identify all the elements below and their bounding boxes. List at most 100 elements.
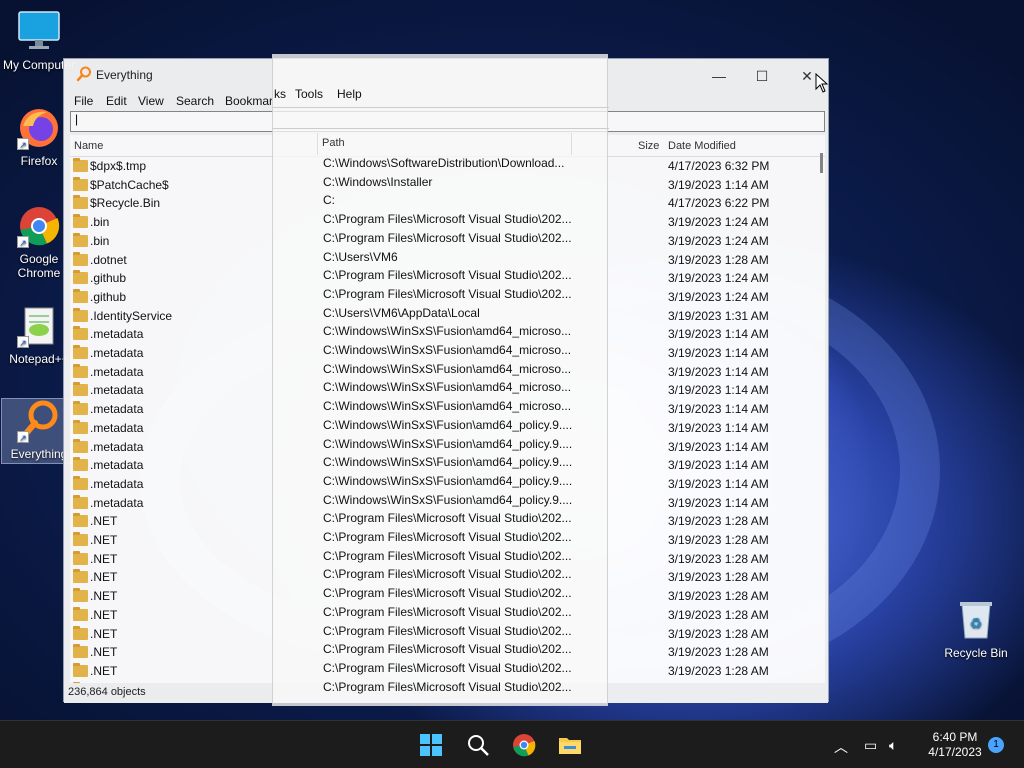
recycle-bin-icon: ♻ xyxy=(954,598,998,642)
column-header-size[interactable]: Size xyxy=(638,140,659,152)
row-date: 3/19/2023 1:24 AM xyxy=(668,271,769,286)
row-path: C:\Windows\SoftwareDistribution\Download… xyxy=(323,156,565,170)
row-name: .metadata xyxy=(90,476,144,491)
row-date: 3/19/2023 1:28 AM xyxy=(668,589,769,604)
row-name: .NET xyxy=(90,514,118,529)
row-path: C: xyxy=(323,193,335,208)
folder-icon xyxy=(73,401,88,416)
folder-icon xyxy=(73,288,88,303)
file-explorer-icon[interactable] xyxy=(558,733,582,757)
folder-icon xyxy=(73,419,88,434)
row-path: C:\Windows\WinSxS\Fusion\amd64_policy.9.… xyxy=(323,473,573,488)
row-path: C:\Program Files\Microsoft Visual Studio… xyxy=(323,679,572,694)
row-path: C:\Users\VM6 xyxy=(323,249,398,264)
volume-icon[interactable]: 🔈︎ xyxy=(889,737,897,754)
minimize-button[interactable]: — xyxy=(696,63,742,89)
menu-search[interactable]: Search xyxy=(176,94,214,108)
path-column-overlay: ks Tools Help Path C:\Windows\SoftwareDi… xyxy=(272,54,609,706)
folder-icon xyxy=(73,550,88,565)
row-name: .metadata xyxy=(90,439,144,454)
row-name: .NET xyxy=(90,551,118,566)
folder-icon xyxy=(73,232,88,247)
row-name: .NET xyxy=(90,645,118,660)
windows-start-icon[interactable] xyxy=(419,733,443,757)
row-path: C:\Program Files\Microsoft Visual Studio… xyxy=(323,604,572,619)
row-name: .NET xyxy=(90,570,118,585)
row-name: .metadata xyxy=(90,346,144,360)
folder-icon xyxy=(73,475,88,490)
folder-icon xyxy=(73,606,88,621)
row-name: .metadata xyxy=(90,420,144,435)
everything-icon: ↗ xyxy=(17,399,61,443)
row-path: C:\Windows\Installer xyxy=(323,174,433,189)
folder-icon xyxy=(73,644,88,659)
column-header-path[interactable]: Path xyxy=(322,137,345,149)
folder-icon xyxy=(73,270,88,285)
row-date: 3/19/2023 1:14 AM xyxy=(668,439,769,454)
row-path: C:\Program Files\Microsoft Visual Studio… xyxy=(323,586,572,601)
menu-edit[interactable]: Edit xyxy=(106,94,127,108)
row-name: .metadata xyxy=(90,383,144,398)
row-date: 3/19/2023 1:14 AM xyxy=(668,458,769,473)
notification-badge[interactable]: 1 xyxy=(988,737,1004,753)
folder-icon xyxy=(73,494,88,509)
search-icon[interactable] xyxy=(466,733,490,757)
menu-help[interactable]: Help xyxy=(337,87,362,101)
row-path: C:\Program Files\Microsoft Visual Studio… xyxy=(323,286,572,301)
chrome-icon[interactable] xyxy=(512,733,536,757)
folder-icon xyxy=(73,326,88,341)
folder-icon xyxy=(73,176,88,191)
row-date: 3/19/2023 1:24 AM xyxy=(668,289,769,304)
column-header-date[interactable]: Date Modified xyxy=(668,140,736,152)
row-date: 3/19/2023 1:14 AM xyxy=(668,420,769,435)
row-name: .metadata xyxy=(90,364,144,379)
clock[interactable]: 6:40 PM 4/17/2023 xyxy=(918,730,992,760)
folder-icon xyxy=(73,662,88,677)
column-header-name[interactable]: Name xyxy=(74,140,103,152)
desktop-icon-recycle-bin[interactable]: ♻ Recycle Bin xyxy=(938,598,1014,660)
row-path: C:\Program Files\Microsoft Visual Studio… xyxy=(323,530,572,544)
column-separator xyxy=(571,133,572,155)
row-name: $Recycle.Bin xyxy=(90,196,161,211)
search-input-overlay xyxy=(273,107,609,129)
clock-date: 4/17/2023 xyxy=(928,745,982,759)
row-name: .NET xyxy=(90,663,118,678)
row-name: .bin xyxy=(90,215,110,230)
row-name: $dpx$.tmp xyxy=(90,159,147,173)
folder-icon xyxy=(73,307,88,322)
maximize-button[interactable]: ☐ xyxy=(739,63,785,89)
folder-icon xyxy=(73,195,88,210)
folder-icon xyxy=(73,214,88,229)
everything-icon xyxy=(76,66,92,82)
row-name: .IdentityService xyxy=(90,308,173,323)
row-path: C:\Program Files\Microsoft Visual Studio… xyxy=(323,567,572,582)
row-date: 3/19/2023 1:28 AM xyxy=(668,663,769,678)
menu-view[interactable]: View xyxy=(138,94,164,108)
row-date: 3/19/2023 1:28 AM xyxy=(668,607,769,622)
row-name: .metadata xyxy=(90,458,144,473)
menu-tools[interactable]: Tools xyxy=(295,87,323,101)
row-name: .NET xyxy=(90,607,118,622)
row-path: C:\Program Files\Microsoft Visual Studio… xyxy=(323,230,572,245)
row-path: C:\Windows\WinSxS\Fusion\amd64_policy.9.… xyxy=(323,436,573,451)
row-path: C:\Windows\WinSxS\Fusion\amd64_policy.9.… xyxy=(323,455,573,470)
notepadpp-icon: ↗ xyxy=(17,304,61,348)
folder-icon xyxy=(73,158,88,172)
row-path: C:\Windows\WinSxS\Fusion\amd64_microso..… xyxy=(323,324,572,339)
folder-icon xyxy=(73,588,88,603)
taskbar: ︿ ▭ 🔈︎ 6:40 PM 4/17/2023 1 xyxy=(0,720,1024,768)
svg-text:♻: ♻ xyxy=(970,616,983,632)
row-name: .metadata xyxy=(90,327,144,342)
row-name: .github xyxy=(90,271,127,286)
network-icon[interactable]: ▭ xyxy=(864,737,877,754)
row-name: .dotnet xyxy=(90,252,127,267)
row-name: .metadata xyxy=(90,495,144,510)
chevron-up-icon[interactable]: ︿ xyxy=(834,737,848,757)
menu-file[interactable]: File xyxy=(74,94,93,108)
menu-bookmarks[interactable]: Bookmar xyxy=(225,94,273,108)
row-date: 3/19/2023 1:28 AM xyxy=(668,551,769,566)
vertical-scrollbar[interactable] xyxy=(820,153,823,173)
row-date: 3/19/2023 1:28 AM xyxy=(668,514,769,529)
menu-bookmarks-fragment: ks xyxy=(274,87,286,101)
row-date: 3/19/2023 1:28 AM xyxy=(668,533,769,547)
